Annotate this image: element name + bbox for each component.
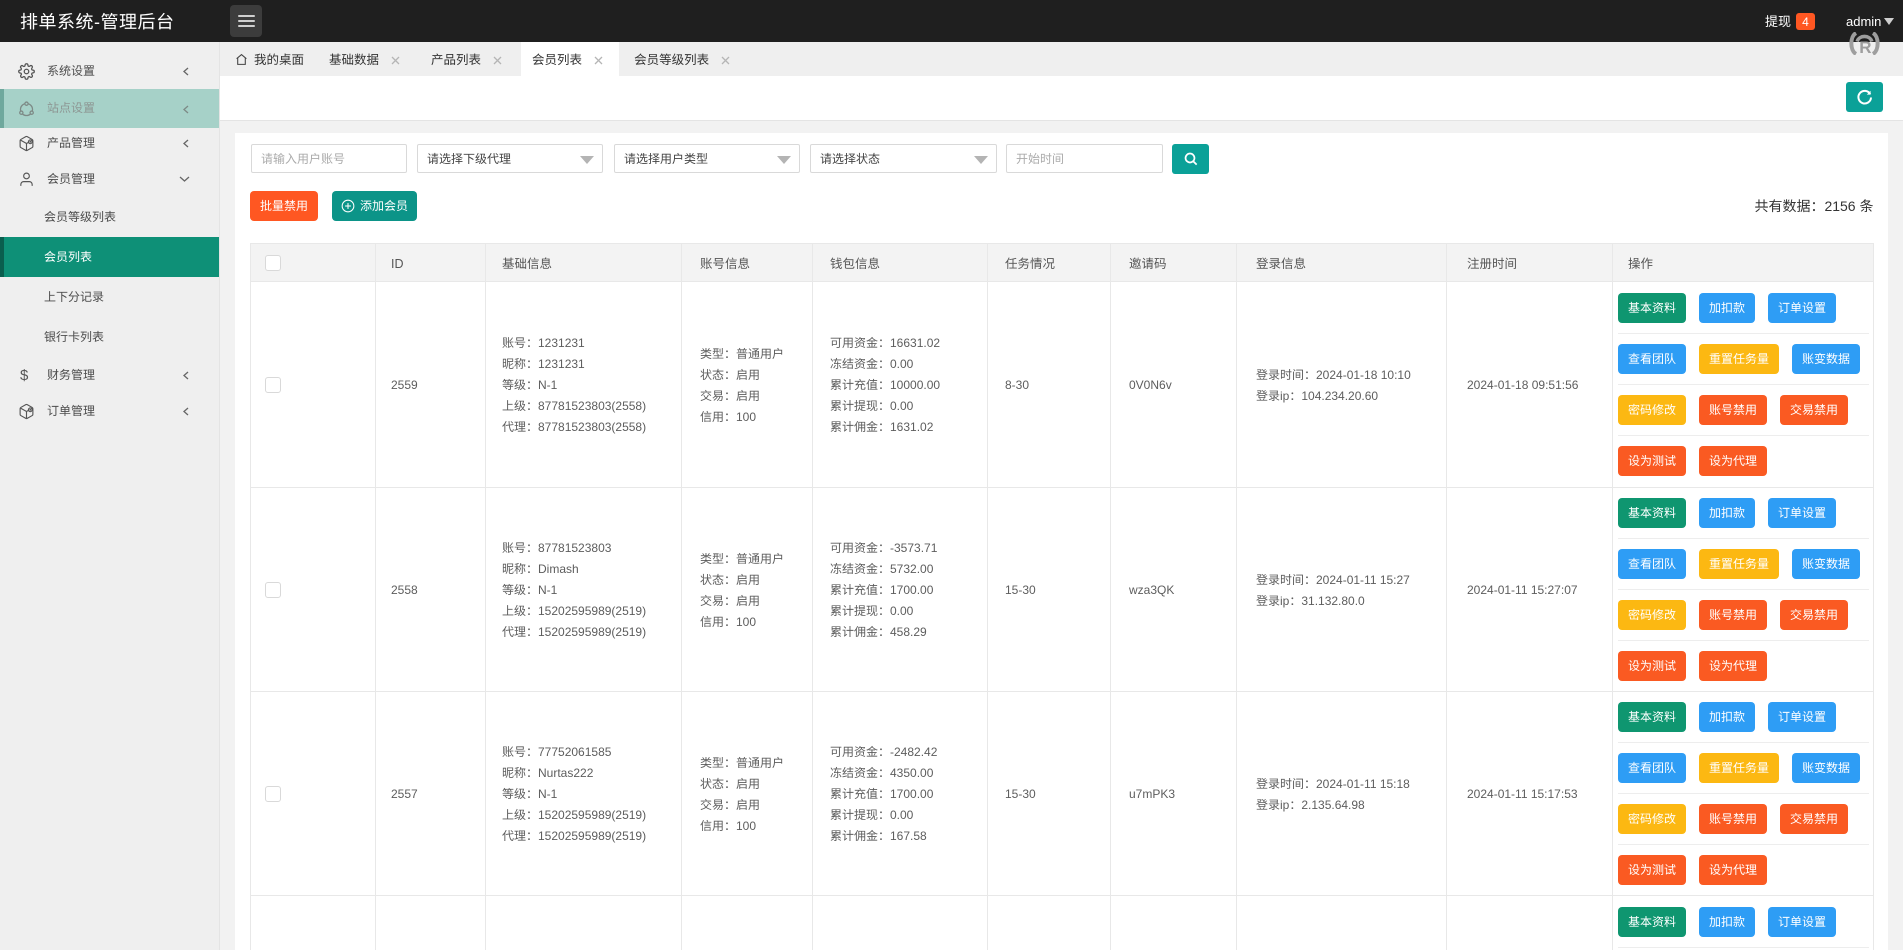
svg-text:R: R [1859, 38, 1871, 55]
